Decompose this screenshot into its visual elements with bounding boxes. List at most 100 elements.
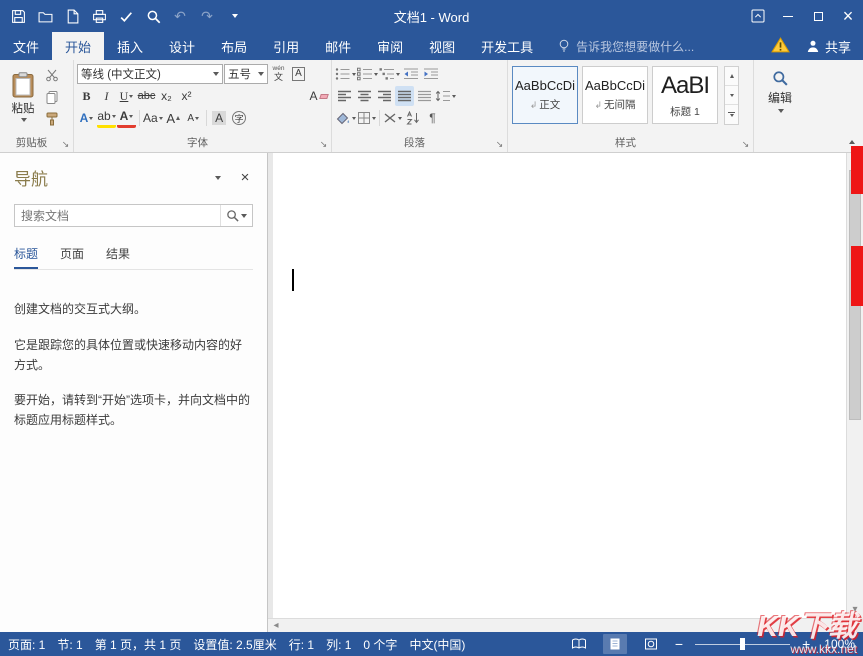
status-line[interactable]: 行: 1 xyxy=(289,636,314,653)
zoom-level[interactable]: 100% xyxy=(824,637,855,651)
zoom-in-button[interactable] xyxy=(802,636,810,652)
status-word-count[interactable]: 0 个字 xyxy=(363,636,397,653)
spelling-icon[interactable] xyxy=(118,8,134,24)
tab-review[interactable]: 审阅 xyxy=(364,32,416,60)
scroll-left-arrow[interactable] xyxy=(268,619,284,632)
italic-button[interactable]: I xyxy=(97,86,116,106)
vertical-scrollbar[interactable] xyxy=(846,153,863,618)
close-button[interactable] xyxy=(833,0,863,32)
distribute-button[interactable] xyxy=(415,86,434,106)
nav-pane-close-button[interactable] xyxy=(237,170,253,186)
ribbon-display-options-button[interactable] xyxy=(743,0,773,32)
maximize-button[interactable] xyxy=(803,0,833,32)
open-icon[interactable] xyxy=(37,8,53,24)
scroll-down-arrow[interactable] xyxy=(847,602,863,618)
tab-references[interactable]: 引用 xyxy=(260,32,312,60)
search-magnifier-button[interactable] xyxy=(220,205,252,226)
styles-scroll-up-button[interactable] xyxy=(725,67,738,86)
tell-me-box[interactable]: 告诉我您想要做什么... xyxy=(558,32,694,60)
align-left-button[interactable] xyxy=(335,86,354,106)
subscript-button[interactable]: x₂ xyxy=(157,86,176,106)
enclose-characters-button[interactable]: 字 xyxy=(230,108,249,128)
scroll-right-arrow[interactable] xyxy=(830,619,846,632)
tab-layout[interactable]: 布局 xyxy=(208,32,260,60)
save-icon[interactable] xyxy=(10,8,26,24)
nav-tab-results[interactable]: 结果 xyxy=(106,245,130,269)
zoom-slider-thumb[interactable] xyxy=(740,638,745,650)
increase-indent-button[interactable] xyxy=(421,64,440,84)
editing-button[interactable]: 编辑 xyxy=(757,63,803,136)
style-normal[interactable]: AaBbCcDi ↲正文 xyxy=(512,66,578,124)
font-color-button[interactable]: A xyxy=(117,108,136,128)
nav-tab-headings[interactable]: 标题 xyxy=(14,245,38,269)
tab-mailings[interactable]: 邮件 xyxy=(312,32,364,60)
search-input[interactable] xyxy=(15,209,220,223)
find-icon[interactable] xyxy=(145,8,161,24)
copy-button[interactable] xyxy=(43,87,69,107)
shading-button[interactable] xyxy=(335,108,356,128)
change-case-button[interactable]: Aa xyxy=(143,108,163,128)
print-icon[interactable] xyxy=(91,8,107,24)
highlight-button[interactable]: ab xyxy=(97,108,116,128)
asian-layout-button[interactable] xyxy=(383,108,402,128)
styles-more-button[interactable] xyxy=(725,105,738,124)
clear-formatting-button[interactable]: A xyxy=(309,86,328,106)
show-hide-marks-button[interactable] xyxy=(423,108,442,128)
minimize-button[interactable] xyxy=(773,0,803,32)
status-language[interactable]: 中文(中国) xyxy=(409,636,465,653)
style-no-spacing[interactable]: AaBbCcDi ↲无间隔 xyxy=(582,66,648,124)
status-column[interactable]: 列: 1 xyxy=(326,636,351,653)
tab-file[interactable]: 文件 xyxy=(0,32,52,60)
status-vertical-position[interactable]: 设置值: 2.5厘米 xyxy=(193,636,276,653)
character-border-button[interactable]: A xyxy=(289,64,308,84)
font-name-combobox[interactable]: 等线 (中文正文) xyxy=(77,64,223,84)
font-size-combobox[interactable]: 五号 xyxy=(224,64,268,84)
zoom-slider[interactable] xyxy=(695,637,790,651)
align-right-button[interactable] xyxy=(375,86,394,106)
styles-scroll-down-button[interactable] xyxy=(725,86,738,105)
multilevel-list-button[interactable] xyxy=(379,64,400,84)
warning-button[interactable] xyxy=(771,37,790,56)
web-layout-button[interactable] xyxy=(639,634,663,654)
cut-button[interactable] xyxy=(43,65,69,85)
tab-insert[interactable]: 插入 xyxy=(104,32,156,60)
decrease-indent-button[interactable] xyxy=(401,64,420,84)
status-page-number[interactable]: 页面: 1 xyxy=(8,636,45,653)
align-center-button[interactable] xyxy=(355,86,374,106)
tab-design[interactable]: 设计 xyxy=(156,32,208,60)
character-shading-button[interactable]: A xyxy=(210,108,229,128)
tab-home[interactable]: 开始 xyxy=(52,32,104,60)
zoom-out-button[interactable] xyxy=(675,636,683,652)
borders-button[interactable] xyxy=(357,108,376,128)
read-mode-button[interactable] xyxy=(567,634,591,654)
new-document-icon[interactable] xyxy=(64,8,80,24)
bullets-button[interactable] xyxy=(335,64,356,84)
grow-font-button[interactable]: A xyxy=(164,108,183,128)
styles-dialog-launcher[interactable] xyxy=(740,139,751,150)
status-page-of-total[interactable]: 第 1 页，共 1 页 xyxy=(95,636,182,653)
tab-developer[interactable]: 开发工具 xyxy=(468,32,546,60)
print-layout-button[interactable] xyxy=(603,634,627,654)
paragraph-dialog-launcher[interactable] xyxy=(494,139,505,150)
line-spacing-button[interactable] xyxy=(435,86,456,106)
underline-button[interactable]: U xyxy=(117,86,136,106)
tab-view[interactable]: 视图 xyxy=(416,32,468,60)
undo-icon[interactable] xyxy=(172,8,188,24)
justify-button[interactable] xyxy=(395,86,414,106)
paste-button[interactable]: 粘贴 xyxy=(3,63,43,131)
sort-button[interactable] xyxy=(403,108,422,128)
document-page[interactable] xyxy=(273,153,846,618)
collapse-ribbon-button[interactable] xyxy=(849,140,855,144)
redo-icon[interactable] xyxy=(199,8,215,24)
phonetic-guide-button[interactable]: wén文 xyxy=(269,64,288,84)
superscript-button[interactable]: x² xyxy=(177,86,196,106)
strikethrough-button[interactable]: abc xyxy=(137,86,156,106)
format-painter-button[interactable] xyxy=(43,109,69,129)
share-button[interactable]: 共享 xyxy=(806,37,851,56)
clipboard-dialog-launcher[interactable] xyxy=(60,139,71,150)
customize-qat-arrow-icon[interactable] xyxy=(226,8,242,24)
style-heading1[interactable]: AaBI 标题 1 xyxy=(652,66,718,124)
text-effects-button[interactable]: A xyxy=(77,108,96,128)
numbering-button[interactable] xyxy=(357,64,378,84)
nav-tab-pages[interactable]: 页面 xyxy=(60,245,84,269)
